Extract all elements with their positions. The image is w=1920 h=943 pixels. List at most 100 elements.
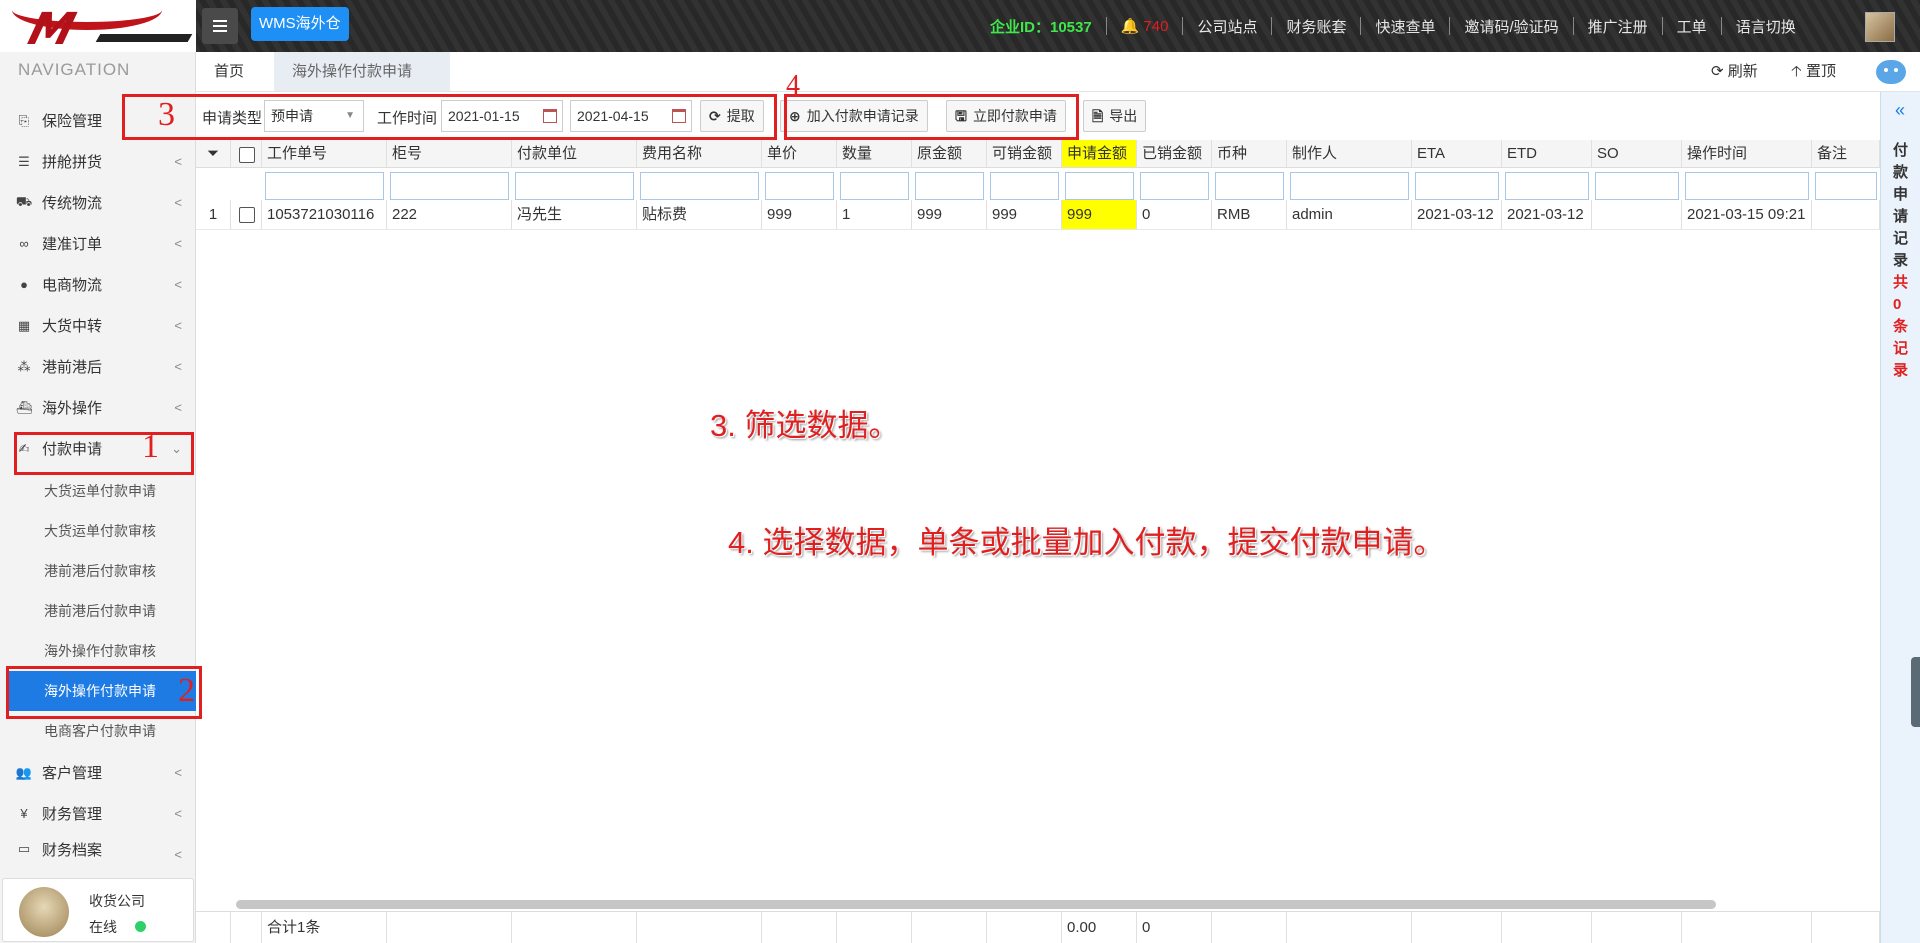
truck-icon: ⛟	[15, 193, 33, 209]
sub-bulk-waybill-pay-review[interactable]: 大货运单付款审核	[0, 511, 196, 551]
cubes-icon: ⁂	[17, 358, 31, 374]
export-button[interactable]: 🗎 导出	[1083, 100, 1147, 132]
filter-eta-input[interactable]	[1415, 172, 1499, 200]
select-all-checkbox[interactable]	[231, 140, 262, 167]
sidebar-item-orders[interactable]: ∞ 建准订单 <	[0, 223, 196, 264]
annotation-box-3	[122, 94, 777, 140]
sub-bulk-waybill-pay-request[interactable]: 大货运单付款申请	[0, 471, 196, 511]
filter-cleared-input[interactable]	[1140, 172, 1209, 200]
link-company-site[interactable]: 公司站点	[1197, 16, 1257, 37]
filter-container-no-input[interactable]	[390, 172, 509, 200]
grid-header-row: ⏷ 工作单号 柜号 付款单位 费用名称 单价 数量 原金额 可销金额 申请金额 …	[196, 140, 1880, 168]
col-currency[interactable]: 币种	[1212, 140, 1287, 167]
avatar[interactable]	[19, 887, 69, 937]
col-remark[interactable]: 备注	[1812, 140, 1880, 167]
sub-port-pay-request[interactable]: 港前港后付款申请	[0, 591, 196, 631]
chat-bot-icon[interactable]	[1876, 60, 1906, 84]
sidebar-item-traditional-logistics[interactable]: ⛟ 传统物流 <	[0, 182, 196, 223]
notification-count[interactable]: 740	[1143, 18, 1168, 35]
col-cleared-amount[interactable]: 已销金额	[1137, 140, 1212, 167]
filter-unit-price-input[interactable]	[765, 172, 834, 200]
records-panel-title: 付款申请记录共0条记录	[1893, 142, 1909, 379]
link-work-order[interactable]: 工单	[1677, 16, 1707, 37]
col-payer[interactable]: 付款单位	[512, 140, 637, 167]
sidebar-item-port[interactable]: ⁂ 港前港后 <	[0, 346, 196, 387]
bell-icon[interactable]: 🔔	[1121, 17, 1140, 35]
col-so[interactable]: SO	[1592, 140, 1682, 167]
link-promo-register[interactable]: 推广注册	[1588, 16, 1648, 37]
chevron-left-icon: <	[174, 277, 182, 292]
col-etd[interactable]: ETD	[1502, 140, 1592, 167]
enterprise-id: 企业ID：10537	[990, 18, 1092, 36]
filter-writeoff-input[interactable]	[990, 172, 1059, 200]
refresh-button[interactable]: ⟳ 刷新	[1711, 52, 1758, 91]
filter-apply-amount-input[interactable]	[1065, 172, 1134, 200]
scroll-top-button[interactable]: 🡡 置顶	[1791, 52, 1836, 91]
col-unit-price[interactable]: 单价	[762, 140, 837, 167]
chevron-double-left-icon[interactable]: «	[1895, 100, 1905, 121]
panel-drag-handle[interactable]	[1911, 657, 1920, 727]
file-icon: 🗎	[1092, 108, 1104, 124]
filter-etd-input[interactable]	[1505, 172, 1589, 200]
users-icon: 👥	[15, 764, 33, 780]
filter-op-time-input[interactable]	[1685, 172, 1809, 200]
arrow-up-icon: 🡡	[1791, 63, 1806, 80]
link-quick-lookup[interactable]: 快速查单	[1375, 16, 1435, 37]
sidebar-item-customers[interactable]: 👥 客户管理 <	[0, 752, 196, 793]
grid-footer-row: 合计1条 0.00 0	[196, 911, 1880, 943]
col-container-no[interactable]: 柜号	[387, 140, 512, 167]
link-invite-code[interactable]: 邀请码/验证码	[1464, 16, 1558, 37]
filter-creator-input[interactable]	[1290, 172, 1409, 200]
cell-apply-amount[interactable]: 999	[1062, 200, 1137, 229]
filter-payer-input[interactable]	[515, 172, 634, 200]
col-eta[interactable]: ETA	[1412, 140, 1502, 167]
sidebar-item-ecommerce[interactable]: ● 电商物流 <	[0, 264, 196, 305]
annotation-number-1: 1	[142, 428, 159, 465]
cell-unit-price: 999	[762, 200, 837, 229]
annotation-text-3: 3. 筛选数据。	[710, 408, 900, 443]
col-writeoff-available[interactable]: 可销金额	[987, 140, 1062, 167]
filter-quantity-input[interactable]	[840, 172, 909, 200]
table-row[interactable]: 1 1053721030116 222 冯先生 贴标费 999 1 999 99…	[196, 200, 1880, 230]
col-fee-name[interactable]: 费用名称	[637, 140, 762, 167]
col-creator[interactable]: 制作人	[1287, 140, 1412, 167]
sub-port-pay-review[interactable]: 港前港后付款审核	[0, 551, 196, 591]
user-name: 收货公司	[89, 893, 145, 909]
ship-icon: ⛴	[15, 399, 33, 415]
user-avatar-top[interactable]	[1865, 12, 1895, 42]
col-quantity[interactable]: 数量	[837, 140, 912, 167]
chevron-left-icon: <	[174, 765, 182, 780]
filter-currency-input[interactable]	[1215, 172, 1284, 200]
chevron-left-icon: <	[174, 359, 182, 374]
user-panel: 收货公司 在线	[2, 878, 194, 942]
filter-work-no-input[interactable]	[265, 172, 384, 200]
filter-remark-input[interactable]	[1815, 172, 1877, 200]
col-op-time[interactable]: 操作时间	[1682, 140, 1812, 167]
company-logo: M	[0, 0, 196, 52]
filter-so-input[interactable]	[1595, 172, 1679, 200]
tab-home[interactable]: 首页	[196, 52, 262, 91]
sub-overseas-pay-review[interactable]: 海外操作付款审核	[0, 631, 196, 671]
records-count: 共0条记录	[1893, 274, 1909, 379]
link-finance-books[interactable]: 财务账套	[1286, 16, 1346, 37]
sidebar-item-bulk-transit[interactable]: ▦ 大货中转 <	[0, 305, 196, 346]
filter-original-amount-input[interactable]	[915, 172, 984, 200]
filter-icon[interactable]: ⏷	[196, 140, 231, 167]
filter-fee-name-input[interactable]	[640, 172, 759, 200]
sidebar-item-finance[interactable]: ¥ 财务管理 <	[0, 793, 196, 834]
cell-op-time: 2021-03-15 09:21	[1682, 200, 1812, 229]
col-apply-amount[interactable]: 申请金额	[1062, 140, 1137, 167]
wms-overseas-button[interactable]: WMS海外仓	[251, 7, 349, 41]
col-original-amount[interactable]: 原金额	[912, 140, 987, 167]
online-status-dot	[135, 921, 146, 932]
sidebar-item-finance-archive[interactable]: ▭ 财务档案 <	[0, 834, 196, 864]
col-work-no[interactable]: 工作单号	[262, 140, 387, 167]
chevron-left-icon: <	[174, 806, 182, 821]
row-checkbox[interactable]	[231, 200, 262, 229]
horizontal-scrollbar[interactable]	[236, 900, 1716, 909]
menu-toggle-button[interactable]	[202, 8, 238, 44]
tab-overseas-pay-request[interactable]: 海外操作付款申请⟳✕	[274, 52, 450, 119]
sidebar-item-consolidation[interactable]: ☰ 拼舱拼货 <	[0, 141, 196, 182]
sidebar-item-overseas-ops[interactable]: ⛴ 海外操作 <	[0, 387, 196, 428]
link-language-switch[interactable]: 语言切换	[1736, 16, 1796, 37]
